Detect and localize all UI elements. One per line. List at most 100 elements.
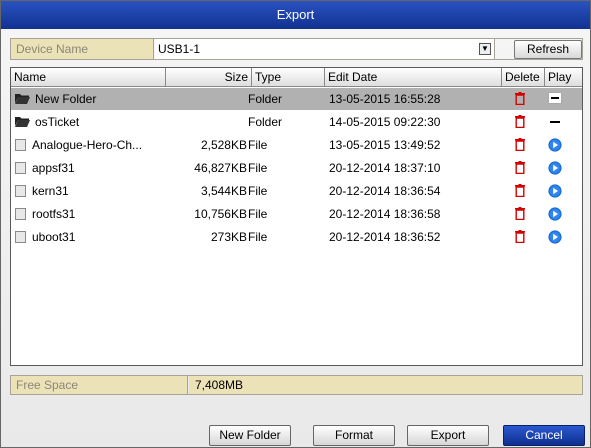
trash-icon[interactable] bbox=[515, 159, 525, 175]
file-edit-date: 13-05-2015 16:55:28 bbox=[329, 92, 441, 106]
file-type: File bbox=[248, 184, 268, 198]
folder-icon bbox=[15, 89, 30, 104]
play-icon[interactable] bbox=[548, 183, 562, 198]
file-name-cell: Analogue-Hero-Ch... bbox=[15, 134, 165, 156]
trash-icon[interactable] bbox=[515, 205, 525, 221]
file-size: 10,756KB bbox=[194, 207, 247, 221]
file-row[interactable]: rootfs31 10,756KB File 20-12-2014 18:36:58 bbox=[11, 203, 582, 225]
file-size bbox=[165, 111, 247, 133]
file-name-cell: osTicket bbox=[15, 111, 165, 133]
file-name-cell: kern31 bbox=[15, 180, 165, 202]
file-name: osTicket bbox=[35, 115, 80, 129]
new-folder-button[interactable]: New Folder bbox=[209, 425, 291, 446]
play-cell bbox=[541, 226, 569, 248]
file-size: 3,544KB bbox=[200, 184, 247, 198]
play-cell bbox=[541, 180, 569, 202]
file-type: Folder bbox=[248, 92, 283, 106]
file-size bbox=[165, 88, 247, 110]
file-row[interactable]: New Folder Folder 13-05-2015 16:55:28 bbox=[11, 88, 582, 110]
file-name-cell: rootfs31 bbox=[15, 203, 165, 225]
file-edit-date: 20-12-2014 18:37:10 bbox=[329, 161, 441, 175]
trash-icon[interactable] bbox=[515, 182, 525, 198]
device-select-value: USB1-1 bbox=[158, 42, 201, 56]
file-name-cell: appsf31 bbox=[15, 157, 165, 179]
delete-cell bbox=[508, 88, 532, 110]
play-cell bbox=[541, 111, 569, 133]
delete-cell bbox=[508, 180, 532, 202]
file-size: 2,528KB bbox=[200, 138, 247, 152]
file-edit-date: 13-05-2015 13:49:52 bbox=[329, 138, 441, 152]
file-list-header: Name Size Type Edit Date Delete Play bbox=[11, 68, 582, 87]
file-row[interactable]: Analogue-Hero-Ch... 2,528KB File 13-05-2015… bbox=[11, 134, 582, 156]
file-type: File bbox=[248, 138, 268, 152]
file-edit-date: 14-05-2015 09:22:30 bbox=[329, 115, 441, 129]
file-icon bbox=[15, 139, 26, 151]
file-name: Analogue-Hero-Ch... bbox=[32, 138, 143, 152]
delete-cell bbox=[508, 157, 532, 179]
play-cell bbox=[541, 157, 569, 179]
column-size[interactable]: Size bbox=[166, 68, 252, 86]
file-list: Name Size Type Edit Date Delete Play New… bbox=[10, 67, 583, 366]
file-edit-date: 20-12-2014 18:36:58 bbox=[329, 207, 441, 221]
file-type: File bbox=[248, 207, 268, 221]
file-icon bbox=[15, 231, 26, 243]
file-name-cell: uboot31 bbox=[15, 226, 165, 248]
minus-icon[interactable] bbox=[548, 92, 562, 104]
file-size: 273KB bbox=[210, 230, 247, 244]
file-type: File bbox=[248, 161, 268, 175]
file-row[interactable]: kern31 3,544KB File 20-12-2014 18:36:54 bbox=[11, 180, 582, 202]
play-icon[interactable] bbox=[548, 160, 562, 175]
delete-cell bbox=[508, 134, 532, 156]
play-icon[interactable] bbox=[548, 229, 562, 244]
trash-icon[interactable] bbox=[515, 113, 525, 129]
delete-cell bbox=[508, 111, 532, 133]
trash-icon[interactable] bbox=[515, 228, 525, 244]
file-icon bbox=[15, 208, 26, 220]
device-select[interactable]: USB1-1 ▼ bbox=[155, 39, 495, 59]
play-icon[interactable] bbox=[548, 137, 562, 152]
file-type: File bbox=[248, 230, 268, 244]
column-play[interactable]: Play bbox=[545, 68, 582, 86]
file-edit-date: 20-12-2014 18:36:54 bbox=[329, 184, 441, 198]
free-space-label: Free Space bbox=[11, 376, 188, 394]
file-type: Folder bbox=[248, 115, 283, 129]
export-button[interactable]: Export bbox=[407, 425, 489, 446]
dialog-title: Export bbox=[1, 1, 590, 29]
file-name: uboot31 bbox=[32, 230, 76, 244]
trash-icon[interactable] bbox=[515, 136, 525, 152]
column-type[interactable]: Type bbox=[252, 68, 325, 86]
delete-cell bbox=[508, 226, 532, 248]
column-edit-date[interactable]: Edit Date bbox=[325, 68, 502, 86]
file-row[interactable]: osTicket Folder 14-05-2015 09:22:30 bbox=[11, 111, 582, 133]
file-name-cell: New Folder bbox=[15, 88, 165, 110]
file-edit-date: 20-12-2014 18:36:52 bbox=[329, 230, 441, 244]
free-space-value: 7,408MB bbox=[189, 376, 582, 394]
file-name: kern31 bbox=[32, 184, 69, 198]
folder-icon bbox=[15, 112, 30, 127]
device-name-label: Device Name bbox=[11, 39, 154, 59]
file-size: 46,827KB bbox=[194, 161, 247, 175]
file-name: New Folder bbox=[35, 92, 97, 106]
file-icon bbox=[15, 162, 26, 174]
device-row: Device Name USB1-1 ▼ Refresh bbox=[10, 38, 583, 60]
file-name: appsf31 bbox=[32, 161, 75, 175]
play-cell bbox=[541, 203, 569, 225]
file-icon bbox=[15, 185, 26, 197]
format-button[interactable]: Format bbox=[313, 425, 395, 446]
trash-icon[interactable] bbox=[515, 90, 525, 106]
delete-cell bbox=[508, 203, 532, 225]
export-dialog: Export Device Name USB1-1 ▼ Refresh Name… bbox=[0, 0, 591, 448]
column-name[interactable]: Name bbox=[11, 68, 166, 86]
play-cell bbox=[541, 88, 569, 110]
file-name: rootfs31 bbox=[32, 207, 76, 221]
minus-icon[interactable] bbox=[550, 121, 560, 123]
refresh-button[interactable]: Refresh bbox=[514, 40, 582, 59]
file-row[interactable]: uboot31 273KB File 20-12-2014 18:36:52 bbox=[11, 226, 582, 248]
column-delete[interactable]: Delete bbox=[502, 68, 545, 86]
free-space-row: Free Space 7,408MB bbox=[10, 375, 583, 395]
file-row[interactable]: appsf31 46,827KB File 20-12-2014 18:37:10 bbox=[11, 157, 582, 179]
chevron-down-icon[interactable]: ▼ bbox=[479, 43, 491, 55]
play-icon[interactable] bbox=[548, 206, 562, 221]
play-cell bbox=[541, 134, 569, 156]
cancel-button[interactable]: Cancel bbox=[503, 425, 585, 446]
